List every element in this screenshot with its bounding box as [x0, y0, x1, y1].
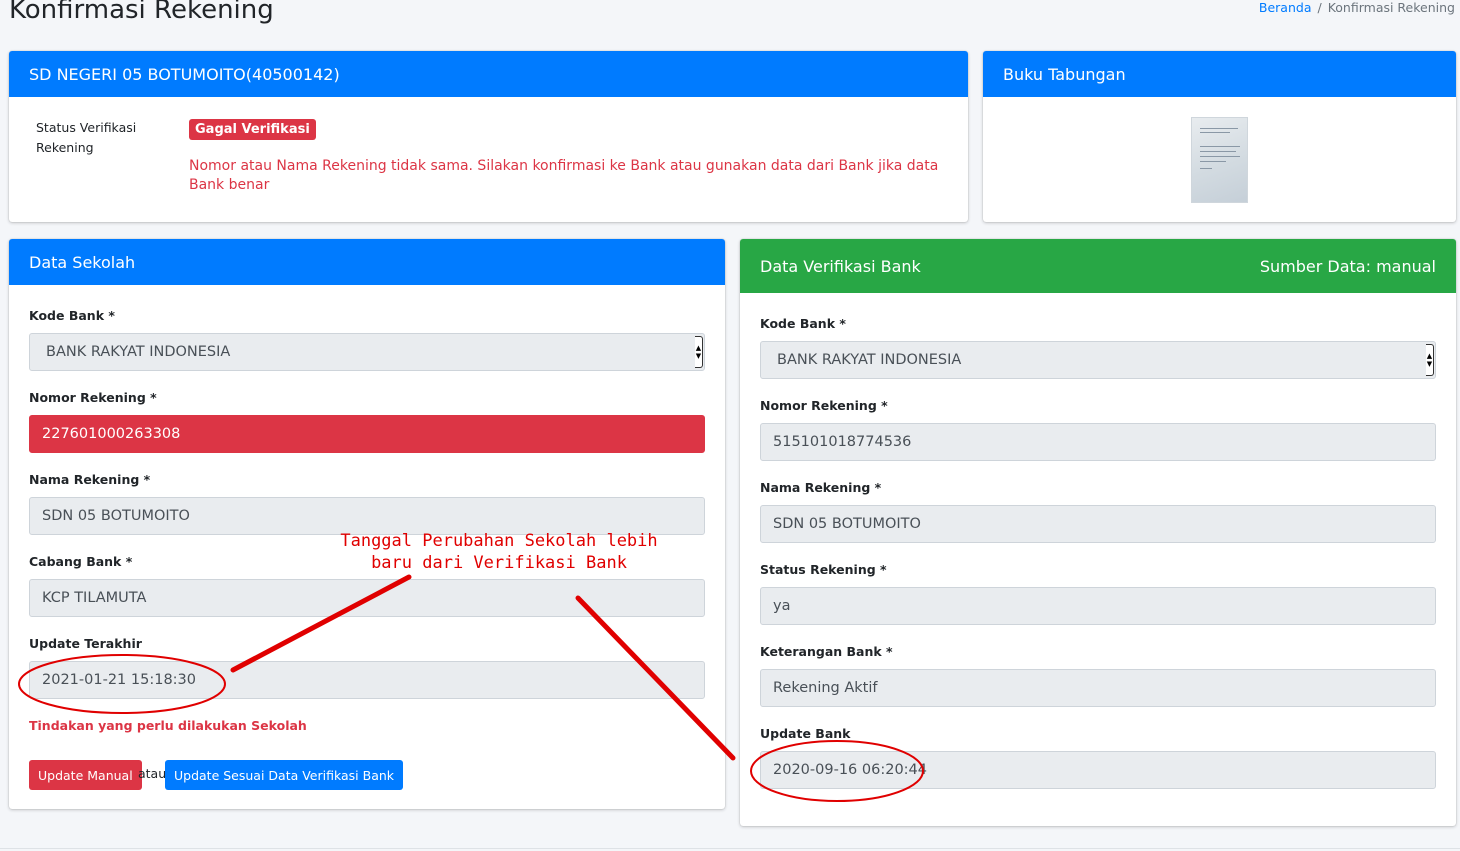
bank-verification-card: Data Verifikasi Bank Sumber Data: manual…	[740, 239, 1456, 826]
bank-account-name-label: Nama Rekening *	[760, 480, 882, 495]
annotation-line-2: baru dari Verifikasi Bank	[371, 553, 627, 573]
update-from-bank-button[interactable]: Update Sesuai Data Verifikasi Bank	[165, 760, 404, 790]
school-action-note: Tindakan yang perlu dilakukan Sekolah	[29, 718, 307, 733]
savings-book-thumbnail[interactable]	[1191, 117, 1248, 203]
annotation-text: Tanggal Perubahan Sekolah lebih baru dar…	[330, 530, 668, 574]
school-account-name-value: SDN 05 BOTUMOITO	[42, 508, 190, 524]
school-last-update-label: Update Terakhir	[29, 636, 142, 651]
status-verification-label: Status Verifikasi Rekening	[36, 120, 137, 155]
breadcrumb: Beranda / Konfirmasi Rekening	[1259, 0, 1455, 15]
bank-account-number-label: Nomor Rekening *	[760, 398, 888, 413]
bank-code-select[interactable]: BANK RAKYAT INDONESIA ▲ ▼	[760, 341, 1436, 379]
school-data-title: Data Sekolah	[29, 252, 136, 272]
school-card-header: SD NEGERI 05 BOTUMOITO(40500142)	[9, 51, 968, 97]
bank-verification-title: Data Verifikasi Bank	[760, 256, 921, 276]
bank-update-label: Update Bank	[760, 726, 851, 741]
bank-update-field[interactable]: 2020-09-16 06:20:44	[760, 751, 1436, 789]
school-account-name-label: Nama Rekening *	[29, 472, 151, 487]
school-data-header: Data Sekolah	[9, 239, 725, 285]
bank-account-status-label: Status Rekening *	[760, 562, 887, 577]
bank-verification-header: Data Verifikasi Bank Sumber Data: manual	[740, 239, 1456, 293]
savings-book-title: Buku Tabungan	[1003, 64, 1126, 84]
bank-code-label: Kode Bank *	[760, 316, 846, 331]
school-account-number-value: 227601000263308	[42, 426, 181, 442]
breadcrumb-home-link[interactable]: Beranda	[1259, 0, 1312, 15]
page-title: Konfirmasi Rekening	[9, 0, 274, 25]
footer-divider	[0, 848, 1460, 849]
breadcrumb-current: Konfirmasi Rekening	[1327, 0, 1455, 15]
savings-book-card: Buku Tabungan	[983, 51, 1456, 222]
school-data-card: Data Sekolah Kode Bank * BANK RAKYAT IND…	[9, 239, 725, 809]
school-branch-label: Cabang Bank *	[29, 554, 133, 569]
select-arrow-icon: ▲ ▼	[695, 336, 703, 368]
status-message: Nomor atau Nama Rekening tidak sama. Sil…	[189, 158, 939, 193]
school-account-number-field[interactable]: 227601000263308	[29, 415, 705, 453]
school-last-update-field[interactable]: 2021-01-21 15:18:30	[29, 661, 705, 699]
bank-note-field[interactable]: Rekening Aktif	[760, 669, 1436, 707]
school-account-number-label: Nomor Rekening *	[29, 390, 157, 405]
status-badge: Gagal Verifikasi	[189, 119, 316, 140]
school-bank-code-value: BANK RAKYAT INDONESIA	[46, 344, 231, 360]
update-manual-button[interactable]: Update Manual	[29, 760, 142, 790]
school-branch-field[interactable]: KCP TILAMUTA	[29, 579, 705, 617]
bank-account-number-value: 515101018774536	[773, 434, 912, 450]
savings-book-header: Buku Tabungan	[983, 51, 1456, 97]
bank-note-value: Rekening Aktif	[773, 680, 878, 696]
bank-account-status-field[interactable]: ya	[760, 587, 1436, 625]
school-status-card: SD NEGERI 05 BOTUMOITO(40500142) Status …	[9, 51, 968, 222]
data-source-label: Sumber Data: manual	[1259, 256, 1436, 276]
annotation-line-1: Tanggal Perubahan Sekolah lebih	[340, 531, 658, 551]
school-last-update-value: 2021-01-21 15:18:30	[42, 672, 196, 688]
school-branch-value: KCP TILAMUTA	[42, 590, 147, 606]
school-card-title: SD NEGERI 05 BOTUMOITO(40500142)	[29, 64, 340, 84]
or-text: atau	[138, 766, 167, 781]
bank-account-status-value: ya	[773, 598, 791, 614]
bank-update-value: 2020-09-16 06:20:44	[773, 762, 927, 778]
school-bank-code-label: Kode Bank *	[29, 308, 115, 323]
select-arrow-icon: ▲ ▼	[1426, 344, 1434, 376]
bank-account-name-field[interactable]: SDN 05 BOTUMOITO	[760, 505, 1436, 543]
bank-account-number-field[interactable]: 515101018774536	[760, 423, 1436, 461]
bank-code-value: BANK RAKYAT INDONESIA	[777, 352, 962, 368]
bank-account-name-value: SDN 05 BOTUMOITO	[773, 516, 921, 532]
school-bank-code-select[interactable]: BANK RAKYAT INDONESIA ▲ ▼	[29, 333, 705, 371]
breadcrumb-separator: /	[1317, 0, 1322, 15]
bank-note-label: Keterangan Bank *	[760, 644, 893, 659]
